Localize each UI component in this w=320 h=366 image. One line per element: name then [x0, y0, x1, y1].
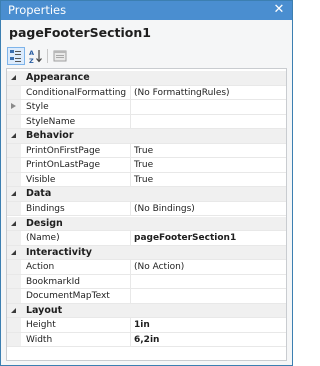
category-label: Data — [26, 188, 52, 200]
property-value[interactable]: True — [134, 145, 153, 157]
category-behavior[interactable]: Behavior — [7, 129, 286, 144]
property-value[interactable]: (No FormattingRules) — [134, 87, 230, 99]
category-label: Design — [26, 217, 63, 229]
property-name: BookmarkId — [26, 276, 80, 287]
property-name: DocumentMapText — [26, 291, 110, 302]
row-gutter — [7, 274, 21, 289]
property-name: StyleName — [26, 116, 76, 127]
property-grid: Appearance ConditionalFormatting (No Forma… — [6, 68, 287, 361]
property-value[interactable]: (No Action) — [134, 261, 184, 273]
category-interactivity[interactable]: Interactivity — [7, 245, 286, 261]
categorized-icon — [10, 50, 21, 62]
property-name: Style — [26, 102, 49, 113]
column-divider[interactable] — [130, 332, 131, 347]
row-gutter — [7, 143, 21, 158]
svg-text:A: A — [29, 49, 34, 57]
property-name: Width — [26, 334, 53, 345]
alphabetical-icon: A Z — [29, 49, 42, 65]
column-divider[interactable] — [130, 158, 131, 172]
row-gutter — [7, 201, 21, 216]
property-value[interactable]: 6,2in — [134, 334, 159, 346]
column-divider[interactable] — [130, 289, 131, 303]
property-row[interactable]: PrintOnLastPage True — [7, 158, 286, 173]
column-divider[interactable] — [130, 318, 131, 332]
selected-object-name: pageFooterSection1 — [9, 25, 151, 40]
category-label: Interactivity — [26, 246, 92, 258]
column-divider[interactable] — [130, 172, 131, 187]
category-label: Behavior — [26, 130, 74, 142]
property-name: Action — [26, 262, 55, 273]
column-divider[interactable] — [130, 100, 131, 114]
collapse-icon[interactable] — [11, 249, 16, 255]
alphabetical-button[interactable]: A Z — [27, 47, 45, 65]
row-gutter — [7, 318, 21, 332]
property-row[interactable]: BookmarkId — [7, 274, 286, 290]
property-row[interactable]: ConditionalFormatting (No FormattingRules… — [7, 85, 286, 101]
title-bar[interactable]: Properties ✕ — [1, 1, 292, 20]
row-gutter — [7, 289, 21, 303]
property-name: Bindings — [26, 203, 65, 214]
property-row[interactable]: Width 6,2in — [7, 332, 286, 348]
property-row[interactable]: Visible True — [7, 172, 286, 188]
expand-icon[interactable] — [11, 103, 16, 110]
property-row[interactable]: Action (No Action) — [7, 260, 286, 275]
property-row[interactable]: Height 1in — [7, 318, 286, 333]
row-gutter — [7, 158, 21, 172]
property-row[interactable]: Style — [7, 100, 286, 115]
column-divider[interactable] — [130, 274, 131, 289]
property-name: PrintOnFirstPage — [26, 145, 101, 156]
property-row[interactable]: (Name) pageFooterSection1 — [7, 231, 286, 246]
property-name: PrintOnLastPage — [26, 160, 101, 171]
column-divider[interactable] — [130, 114, 131, 129]
collapse-icon[interactable] — [11, 307, 16, 313]
category-label: Appearance — [26, 72, 90, 83]
category-appearance[interactable]: Appearance — [7, 71, 286, 86]
row-gutter — [7, 85, 21, 100]
collapse-icon[interactable] — [11, 191, 16, 197]
row-gutter — [7, 172, 21, 187]
property-name: Height — [26, 320, 56, 331]
collapse-icon[interactable] — [11, 220, 16, 226]
svg-text:Z: Z — [29, 57, 34, 64]
property-value[interactable]: True — [134, 174, 153, 186]
row-gutter — [7, 260, 21, 274]
property-value[interactable]: True — [134, 159, 153, 171]
column-divider[interactable] — [130, 201, 131, 216]
property-row[interactable]: DocumentMapText — [7, 289, 286, 304]
property-row[interactable]: StyleName — [7, 114, 286, 130]
collapse-icon[interactable] — [11, 133, 16, 139]
properties-window: Properties ✕ pageFooterSection1 A Z Appe… — [0, 0, 293, 366]
row-gutter — [7, 332, 21, 347]
column-divider[interactable] — [130, 231, 131, 245]
property-row[interactable]: PrintOnFirstPage True — [7, 143, 286, 159]
properties-toolbar: A Z — [7, 46, 287, 66]
toolbar-separator — [47, 49, 48, 63]
row-gutter — [7, 114, 21, 129]
property-name: Visible — [26, 174, 56, 185]
window-title: Properties — [8, 3, 67, 17]
property-value[interactable]: 1in — [134, 319, 150, 331]
category-data[interactable]: Data — [7, 187, 286, 202]
property-value[interactable]: pageFooterSection1 — [134, 232, 236, 244]
category-design[interactable]: Design — [7, 216, 286, 231]
collapse-icon[interactable] — [11, 75, 16, 80]
categorized-button[interactable] — [7, 47, 25, 65]
column-divider[interactable] — [130, 260, 131, 274]
column-divider[interactable] — [130, 85, 131, 100]
property-value[interactable]: (No Bindings) — [134, 203, 195, 215]
property-row[interactable]: Bindings (No Bindings) — [7, 201, 286, 217]
property-name: ConditionalFormatting — [26, 87, 127, 98]
category-layout[interactable]: Layout — [7, 303, 286, 319]
category-label: Layout — [26, 304, 63, 316]
property-name: (Name) — [26, 233, 60, 244]
column-divider[interactable] — [130, 143, 131, 158]
property-pages-button[interactable] — [51, 47, 69, 65]
property-pages-icon — [53, 50, 67, 62]
row-gutter — [7, 231, 21, 245]
close-icon[interactable]: ✕ — [272, 2, 286, 18]
